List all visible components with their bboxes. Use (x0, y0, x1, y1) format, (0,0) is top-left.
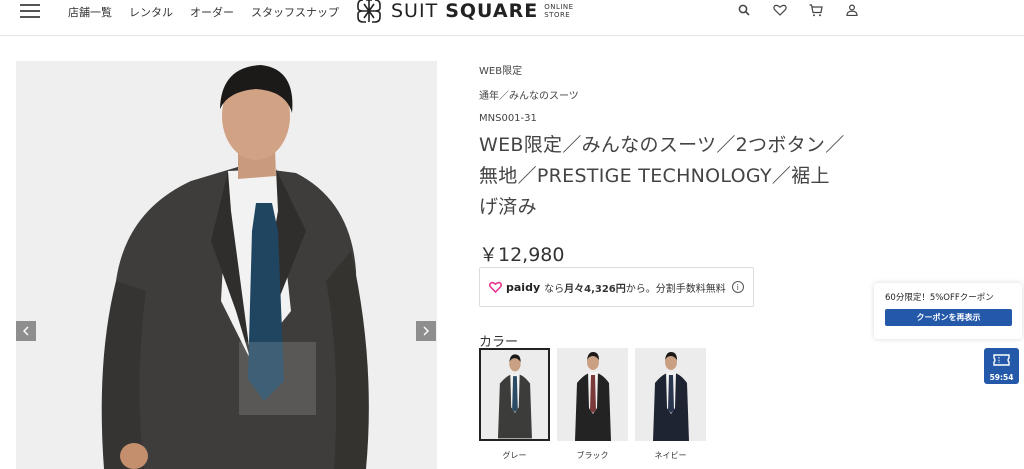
color-swatch-gray[interactable]: グレー (479, 348, 550, 461)
product-title: WEB限定／みんなのスーツ／2つボタン／無地／PRESTIGE TECHNOLO… (479, 134, 845, 218)
coupon-reshow-button[interactable]: クーポンを再表示 (885, 309, 1012, 326)
paidy-monthly-amount: 月々4,326円 (564, 283, 626, 295)
swatch-label: ブラック (576, 451, 609, 460)
prev-image-button[interactable] (16, 321, 36, 341)
coupon-popup: 60分限定！5%OFFクーポン クーポンを再表示 (874, 283, 1022, 339)
product-price: ￥12,980 (479, 244, 565, 266)
color-swatches: グレー ブラック ネイビー (479, 348, 706, 461)
swatch-image (635, 348, 706, 441)
main-nav: 店舗一覧 レンタル オーダー スタッフスナップ (68, 4, 339, 20)
zoom-overlay (239, 342, 316, 415)
ticket-icon (993, 354, 1010, 366)
site-logo[interactable]: SUIT SQUARE ONLINE STORE (355, 0, 574, 25)
search-icon[interactable] (736, 2, 752, 18)
coupon-timer-button[interactable]: 59:54 (984, 348, 1019, 384)
logo-wordmark: SUIT SQUARE (391, 0, 539, 22)
paidy-installment-banner[interactable]: paidy なら 月々4,326円 から。分割手数料無料 i (479, 267, 754, 307)
color-swatch-black[interactable]: ブラック (557, 348, 628, 461)
nav-order[interactable]: オーダー (190, 4, 234, 20)
web-limited-tag[interactable]: WEB限定 (479, 62, 522, 77)
nav-staff-snap[interactable]: スタッフスナップ (251, 4, 339, 20)
paidy-logo: paidy (489, 281, 540, 294)
timer-countdown: 59:54 (989, 373, 1014, 382)
product-code: MNS001-31 (479, 113, 537, 124)
header-icons (736, 2, 860, 18)
product-main-image[interactable] (16, 61, 437, 469)
paidy-prefix: なら (544, 283, 565, 295)
nav-stores[interactable]: 店舗一覧 (68, 4, 112, 20)
swatch-label: グレー (502, 451, 527, 460)
menu-icon[interactable] (20, 4, 40, 18)
paidy-suffix: から。分割手数料無料 (625, 283, 726, 295)
chevron-left-icon (23, 326, 29, 336)
user-icon[interactable] (844, 2, 860, 18)
next-image-button[interactable] (416, 321, 436, 341)
site-header: 店舗一覧 レンタル オーダー スタッフスナップ SUIT SQUARE ONLI… (0, 0, 1024, 36)
category-tag[interactable]: 通年／みんなのスーツ (479, 87, 579, 102)
coupon-text: 60分限定！5%OFFクーポン (885, 293, 994, 303)
heart-icon[interactable] (772, 2, 788, 18)
nav-rental[interactable]: レンタル (129, 4, 173, 20)
chevron-right-icon (423, 326, 429, 336)
swatch-label: ネイビー (654, 451, 687, 460)
swatch-image (557, 348, 628, 441)
cart-icon[interactable] (808, 2, 824, 18)
model-photo (16, 61, 437, 469)
logo-mark-icon (357, 0, 381, 23)
paidy-heart-icon (489, 281, 502, 293)
info-icon[interactable]: i (731, 281, 744, 293)
swatch-image (479, 348, 550, 441)
color-swatch-navy[interactable]: ネイビー (635, 348, 706, 461)
logo-subtext: ONLINE STORE (544, 3, 574, 19)
